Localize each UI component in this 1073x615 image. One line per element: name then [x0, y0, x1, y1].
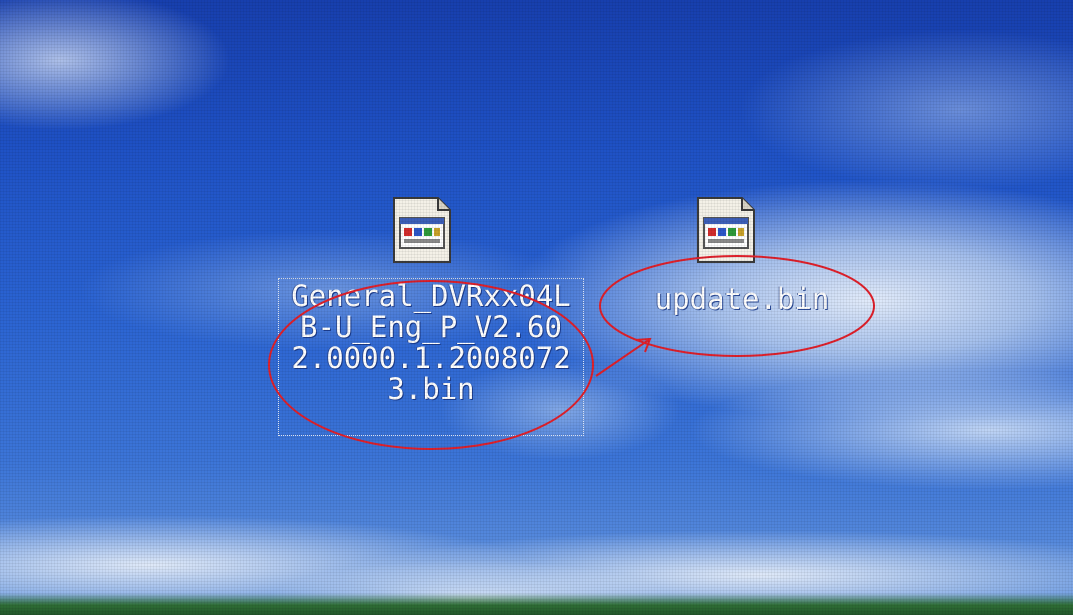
arrow-rename	[595, 338, 651, 377]
file-label-general-dvr[interactable]: General_DVRxx04LB-U_Eng_P_V2.602.0000.1.…	[278, 278, 584, 436]
wallpaper-grass	[0, 593, 1073, 615]
desktop-wallpaper: General_DVRxx04LB-U_Eng_P_V2.602.0000.1.…	[0, 0, 1073, 615]
file-label-update-bin[interactable]: update.bin	[612, 284, 872, 315]
bin-file-icon[interactable]	[386, 194, 458, 266]
bin-file-icon[interactable]	[690, 194, 762, 266]
arrow-head	[635, 337, 652, 353]
